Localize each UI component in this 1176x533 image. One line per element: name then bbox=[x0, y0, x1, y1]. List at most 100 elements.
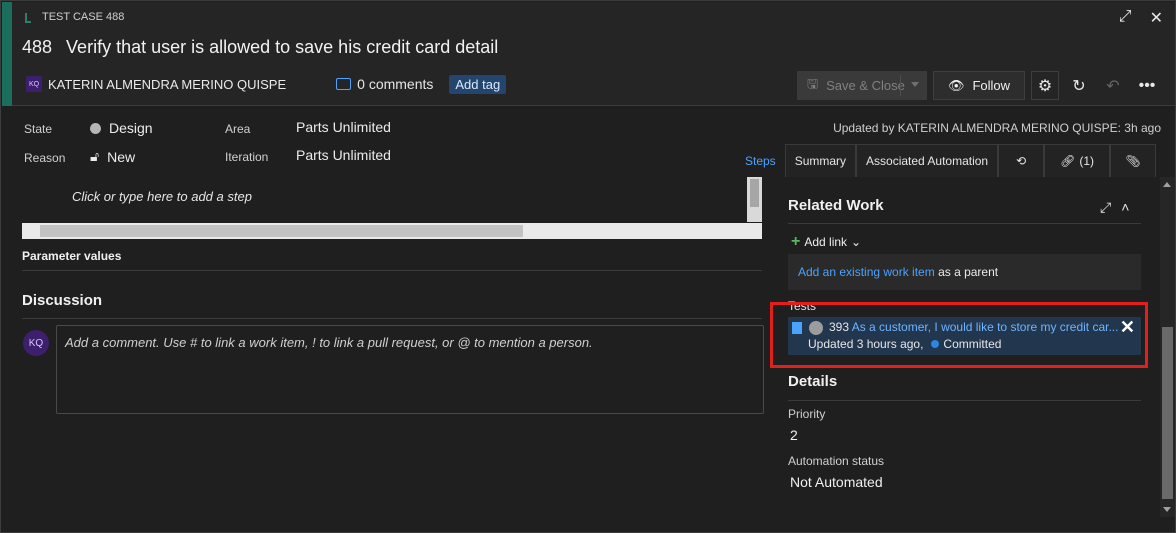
right-pane: Related Work ⤢ ˄ + Add link ⌄ Add an exi… bbox=[770, 177, 1175, 533]
undo-icon: ↶ bbox=[1106, 77, 1120, 95]
steps-vertical-scrollbar[interactable] bbox=[747, 177, 762, 222]
follow-button[interactable]: 👁 Follow bbox=[933, 71, 1025, 100]
work-item-window: TEST CASE 488 ⤢ ✕ 488 Verify that user i… bbox=[0, 0, 1176, 533]
work-item-meta-row: KQ KATERIN ALMENDRA MERINO QUISPE 0 comm… bbox=[26, 72, 507, 96]
comment-icon bbox=[336, 78, 352, 90]
parent-link-area: Add an existing work item as a parent bbox=[788, 254, 1141, 290]
scrollbar-thumb[interactable] bbox=[1162, 327, 1173, 499]
add-link-label: Add link bbox=[804, 235, 848, 249]
divider bbox=[22, 318, 762, 319]
work-item-id: 488 bbox=[22, 37, 53, 57]
work-item-type-label: TEST CASE 488 bbox=[42, 11, 125, 23]
comments-link[interactable]: 0 comments bbox=[336, 76, 433, 92]
iteration-field[interactable]: Parts Unlimited bbox=[296, 147, 391, 163]
right-pane-scrollbar[interactable] bbox=[1160, 177, 1175, 517]
eye-icon: 👁 bbox=[947, 77, 965, 93]
priority-label: Priority bbox=[788, 407, 826, 421]
expand-icon[interactable]: ⤢ bbox=[1100, 199, 1111, 216]
add-step-placeholder[interactable]: Click or type here to add a step bbox=[72, 189, 252, 204]
expand-icon[interactable]: ⤢ bbox=[1119, 8, 1132, 28]
plus-icon: + bbox=[791, 233, 801, 250]
save-close-label: Save & Close bbox=[826, 78, 905, 93]
left-pane: Click or type here to add a step Paramet… bbox=[12, 177, 776, 533]
scroll-down-icon[interactable] bbox=[1163, 507, 1171, 512]
related-item-updated: Updated 3 hours ago, bbox=[808, 337, 924, 351]
ellipsis-icon: ••• bbox=[1138, 76, 1156, 94]
parameter-values-heading[interactable]: Parameter values bbox=[22, 249, 121, 263]
undo-button[interactable]: ↶ bbox=[1099, 71, 1127, 100]
scroll-up-icon[interactable] bbox=[1163, 182, 1171, 187]
gear-icon: ⚙ bbox=[1037, 77, 1053, 95]
tab-links[interactable]: 🔗︎ (1) bbox=[1044, 144, 1111, 177]
related-item-title[interactable]: 393 As a customer, I would like to store… bbox=[829, 320, 1119, 334]
link-icon: 🔗︎ bbox=[1060, 154, 1076, 168]
steps-horizontal-scrollbar[interactable] bbox=[22, 223, 762, 239]
save-close-button[interactable]: 🖫 Save & Close bbox=[797, 71, 927, 100]
paperclip-icon: 📎︎ bbox=[1125, 154, 1141, 168]
work-item-type-row: TEST CASE 488 bbox=[24, 11, 124, 23]
related-test-card[interactable]: 393 As a customer, I would like to store… bbox=[788, 317, 1141, 355]
window-controls: ⤢ ✕ bbox=[1119, 8, 1163, 28]
work-item-toolbar: 🖫 Save & Close 👁 Follow ⚙ ↻ ↶ ••• bbox=[797, 71, 1161, 100]
state-field[interactable]: Design bbox=[90, 120, 153, 136]
avatar bbox=[809, 321, 823, 335]
save-icon: 🖫 bbox=[807, 75, 819, 91]
automation-status-value: Not Automated bbox=[790, 474, 883, 490]
state-dot-icon bbox=[931, 340, 940, 348]
related-work-controls: ⤢ ˄ bbox=[1100, 199, 1129, 216]
settings-button[interactable]: ⚙ bbox=[1031, 71, 1059, 100]
reason-field[interactable]: 🔓︎ New bbox=[90, 148, 135, 165]
work-item-title[interactable]: Verify that user is allowed to save his … bbox=[66, 37, 498, 58]
state-value: Design bbox=[109, 120, 153, 136]
add-link-button[interactable]: + Add link ⌄ bbox=[791, 233, 861, 251]
related-item-link[interactable]: As a customer, I would like to store my … bbox=[852, 320, 1119, 334]
tab-summary[interactable]: Summary bbox=[784, 144, 857, 177]
reason-label: Reason bbox=[24, 151, 66, 165]
related-item-id: 393 bbox=[829, 320, 850, 334]
add-existing-work-item-link[interactable]: Add an existing work item bbox=[798, 265, 935, 279]
work-item-header: TEST CASE 488 ⤢ ✕ 488 Verify that user i… bbox=[12, 2, 1175, 106]
follow-label: Follow bbox=[972, 78, 1011, 93]
updated-by-text[interactable]: Updated by KATERIN ALMENDRA MERINO QUISP… bbox=[833, 121, 1161, 135]
work-item-title-row: 488 Verify that user is allowed to save … bbox=[22, 37, 498, 58]
comments-count: 0 comments bbox=[357, 76, 434, 92]
work-item-type-color-bar bbox=[2, 2, 12, 106]
priority-field[interactable]: 2 bbox=[790, 427, 798, 443]
avatar: KQ bbox=[23, 330, 49, 356]
chevron-down-icon: ⌄ bbox=[851, 235, 862, 249]
add-tag-button[interactable]: Add tag bbox=[449, 74, 507, 94]
user-story-icon bbox=[792, 322, 802, 334]
tab-attachments[interactable]: 📎︎ bbox=[1110, 144, 1157, 177]
state-label: State bbox=[24, 122, 53, 136]
related-item-state: Committed bbox=[943, 337, 1002, 351]
divider bbox=[22, 270, 762, 271]
chevron-down-icon[interactable] bbox=[911, 82, 919, 87]
discussion-heading: Discussion bbox=[22, 292, 103, 309]
close-icon[interactable]: ✕ bbox=[1150, 8, 1163, 28]
author-name[interactable]: KATERIN ALMENDRA MERINO QUISPE bbox=[48, 77, 286, 92]
area-field[interactable]: Parts Unlimited bbox=[296, 119, 391, 135]
divider bbox=[788, 223, 1141, 224]
state-dot-icon bbox=[90, 122, 101, 134]
related-item-status: Updated 3 hours ago, Committed bbox=[808, 337, 1001, 351]
automation-status-label: Automation status bbox=[788, 454, 885, 468]
related-work-heading: Related Work bbox=[788, 197, 884, 214]
work-item-tabs: Steps Summary Associated Automation ⟲ 🔗︎… bbox=[736, 144, 1157, 177]
author-avatar: KQ bbox=[26, 76, 42, 92]
iteration-label: Iteration bbox=[225, 150, 269, 164]
comment-input[interactable]: Add a comment. Use # to link a work item… bbox=[56, 325, 764, 414]
remove-link-icon[interactable]: ✕ bbox=[1120, 317, 1135, 338]
test-case-icon bbox=[24, 11, 36, 23]
chevron-up-icon[interactable]: ˄ bbox=[1121, 199, 1129, 216]
refresh-icon: ↻ bbox=[1072, 77, 1086, 95]
tab-associated-automation[interactable]: Associated Automation bbox=[856, 144, 999, 177]
lock-icon: 🔓︎ bbox=[90, 148, 100, 164]
refresh-button[interactable]: ↻ bbox=[1065, 71, 1093, 100]
steps-grid: Click or type here to add a step bbox=[22, 177, 762, 222]
tab-history[interactable]: ⟲ bbox=[998, 144, 1045, 177]
scrollbar-thumb[interactable] bbox=[40, 225, 523, 237]
tab-steps[interactable]: Steps bbox=[736, 144, 785, 177]
links-count: (1) bbox=[1079, 154, 1095, 168]
more-actions-button[interactable]: ••• bbox=[1133, 71, 1161, 100]
scrollbar-thumb[interactable] bbox=[750, 179, 759, 207]
